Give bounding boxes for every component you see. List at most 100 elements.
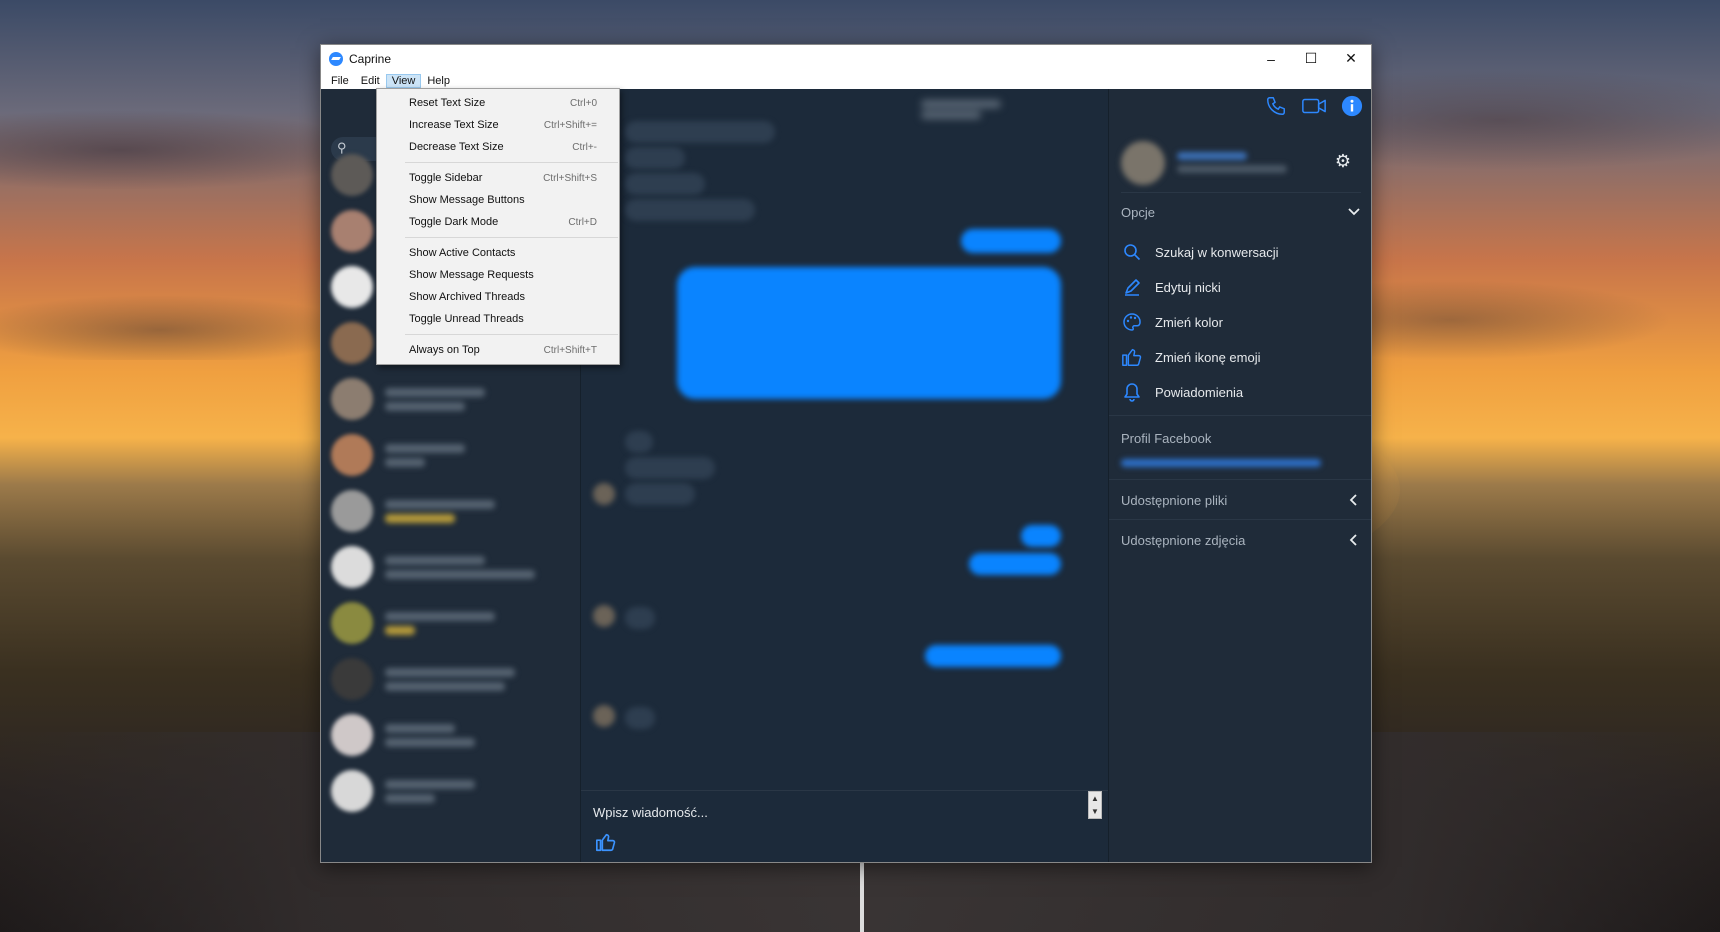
menu-item-label: Toggle Sidebar <box>409 172 483 184</box>
avatar <box>331 434 373 476</box>
menu-show-message-requests[interactable]: Show Message Requests <box>377 264 619 286</box>
conversation-preview <box>385 719 475 752</box>
avatar <box>331 378 373 420</box>
menu-item-label: Toggle Dark Mode <box>409 216 499 228</box>
wallpaper-lane-marking <box>860 862 864 932</box>
video-camera-icon[interactable] <box>1301 95 1327 117</box>
option-search-in-conversation[interactable]: Szukaj w konwersacji <box>1121 235 1361 269</box>
menu-separator <box>405 237 618 238</box>
conversation-preview <box>385 775 475 808</box>
conversation-item[interactable] <box>321 651 581 707</box>
menu-item-label: Show Message Requests <box>409 269 534 281</box>
message-bubble <box>625 147 685 169</box>
message-bubble <box>625 199 755 221</box>
menu-toggle-dark-mode[interactable]: Toggle Dark Mode Ctrl+D <box>377 211 619 233</box>
message-bubble <box>1021 525 1061 547</box>
avatar <box>331 770 373 812</box>
menu-view[interactable]: View <box>385 73 422 88</box>
menu-reset-text-size[interactable]: Reset Text Size Ctrl+0 <box>377 92 619 114</box>
shared-files-header[interactable]: Udostępnione pliki <box>1121 485 1361 515</box>
menu-toggle-unread-threads[interactable]: Toggle Unread Threads <box>377 308 619 330</box>
minimize-button[interactable]: – <box>1251 45 1291 72</box>
message-composer: Wpisz wiadomość... ▲ ▼ <box>581 790 1108 862</box>
chevron-down-icon <box>1348 208 1360 216</box>
menu-item-label: Increase Text Size <box>409 119 499 131</box>
avatar <box>331 322 373 364</box>
menu-item-shortcut: Ctrl+Shift+T <box>543 344 597 356</box>
menu-toggle-sidebar[interactable]: Toggle Sidebar Ctrl+Shift+S <box>377 167 619 189</box>
conversation-item[interactable] <box>321 371 581 427</box>
contact-profile[interactable]: ⚙ <box>1121 133 1361 193</box>
pencil-icon <box>1121 276 1143 298</box>
conversation-preview <box>385 383 485 416</box>
conversation-info-panel: ⚙ Opcje Szukaj w konwersacji Edytuj nick… <box>1109 89 1371 862</box>
menu-item-shortcut: Ctrl+0 <box>570 97 597 109</box>
avatar <box>331 266 373 308</box>
close-button[interactable]: ✕ <box>1331 45 1371 72</box>
menu-item-shortcut: Ctrl+Shift+= <box>543 119 597 131</box>
menu-show-archived-threads[interactable]: Show Archived Threads <box>377 286 619 308</box>
menu-show-message-buttons[interactable]: Show Message Buttons <box>377 189 619 211</box>
conversation-item[interactable] <box>321 707 581 763</box>
conversation-item[interactable] <box>321 595 581 651</box>
chevron-left-icon <box>1349 534 1357 546</box>
option-notifications[interactable]: Powiadomienia <box>1121 375 1361 409</box>
palette-icon <box>1121 311 1143 333</box>
shared-files-label: Udostępnione pliki <box>1121 492 1228 508</box>
menu-item-shortcut: Ctrl+Shift+S <box>543 172 597 184</box>
menu-item-shortcut: Ctrl+- <box>572 141 597 153</box>
menu-bar: File Edit View Help <box>321 72 1371 89</box>
menu-item-shortcut: Ctrl+D <box>568 216 597 228</box>
message-bubble <box>625 431 653 453</box>
chevron-left-icon <box>1349 494 1357 506</box>
avatar <box>331 658 373 700</box>
title-bar[interactable]: Caprine – ☐ ✕ <box>321 45 1371 72</box>
menu-increase-text-size[interactable]: Increase Text Size Ctrl+Shift+= <box>377 114 619 136</box>
message-bubble <box>625 173 705 195</box>
conversation-item[interactable] <box>321 539 581 595</box>
menu-decrease-text-size[interactable]: Decrease Text Size Ctrl+- <box>377 136 619 158</box>
avatar <box>593 705 615 727</box>
view-menu-dropdown: Reset Text Size Ctrl+0 Increase Text Size… <box>376 88 620 365</box>
gear-icon[interactable]: ⚙ <box>1335 151 1351 172</box>
message-bubble <box>625 607 655 629</box>
composer-scroll-stepper[interactable]: ▲ ▼ <box>1088 791 1102 819</box>
menu-item-label: Decrease Text Size <box>409 141 504 153</box>
menu-always-on-top[interactable]: Always on Top Ctrl+Shift+T <box>377 339 619 361</box>
conversation-item[interactable] <box>321 427 581 483</box>
window-title: Caprine <box>349 51 392 66</box>
info-icon[interactable] <box>1341 95 1363 117</box>
options-section-header[interactable]: Opcje <box>1121 197 1361 227</box>
option-edit-nicknames[interactable]: Edytuj nicki <box>1121 270 1361 304</box>
menu-item-label: Reset Text Size <box>409 97 486 109</box>
thumbs-up-icon[interactable] <box>595 831 617 853</box>
maximize-button[interactable]: ☐ <box>1291 45 1331 72</box>
menu-show-active-contacts[interactable]: Show Active Contacts <box>377 242 619 264</box>
menu-edit[interactable]: Edit <box>355 74 386 88</box>
conversation-preview <box>385 607 495 640</box>
conversation-preview <box>385 495 495 528</box>
phone-icon[interactable] <box>1265 95 1287 117</box>
message-bubble <box>961 229 1061 253</box>
avatar <box>593 605 615 627</box>
shared-photos-header[interactable]: Udostępnione zdjęcia <box>1121 525 1361 555</box>
divider <box>1109 415 1371 416</box>
menu-help[interactable]: Help <box>421 74 456 88</box>
avatar <box>331 490 373 532</box>
facebook-profile-label: Profil Facebook <box>1121 430 1212 446</box>
option-change-emoji[interactable]: Zmień ikonę emoji <box>1121 340 1361 374</box>
avatar <box>331 602 373 644</box>
facebook-profile-section: Profil Facebook <box>1121 423 1361 453</box>
conversation-item[interactable] <box>321 763 581 819</box>
message-input[interactable]: Wpisz wiadomość... <box>593 805 708 820</box>
chat-area: Wpisz wiadomość... ▲ ▼ <box>581 89 1109 862</box>
search-icon <box>1121 241 1143 263</box>
message-bubble <box>625 707 655 729</box>
bell-icon <box>1121 381 1143 403</box>
option-label: Szukaj w konwersacji <box>1155 244 1279 260</box>
conversation-item[interactable] <box>321 483 581 539</box>
menu-file[interactable]: File <box>325 74 355 88</box>
option-change-color[interactable]: Zmień kolor <box>1121 305 1361 339</box>
conversation-preview <box>385 439 465 472</box>
facebook-profile-link[interactable] <box>1121 459 1321 467</box>
